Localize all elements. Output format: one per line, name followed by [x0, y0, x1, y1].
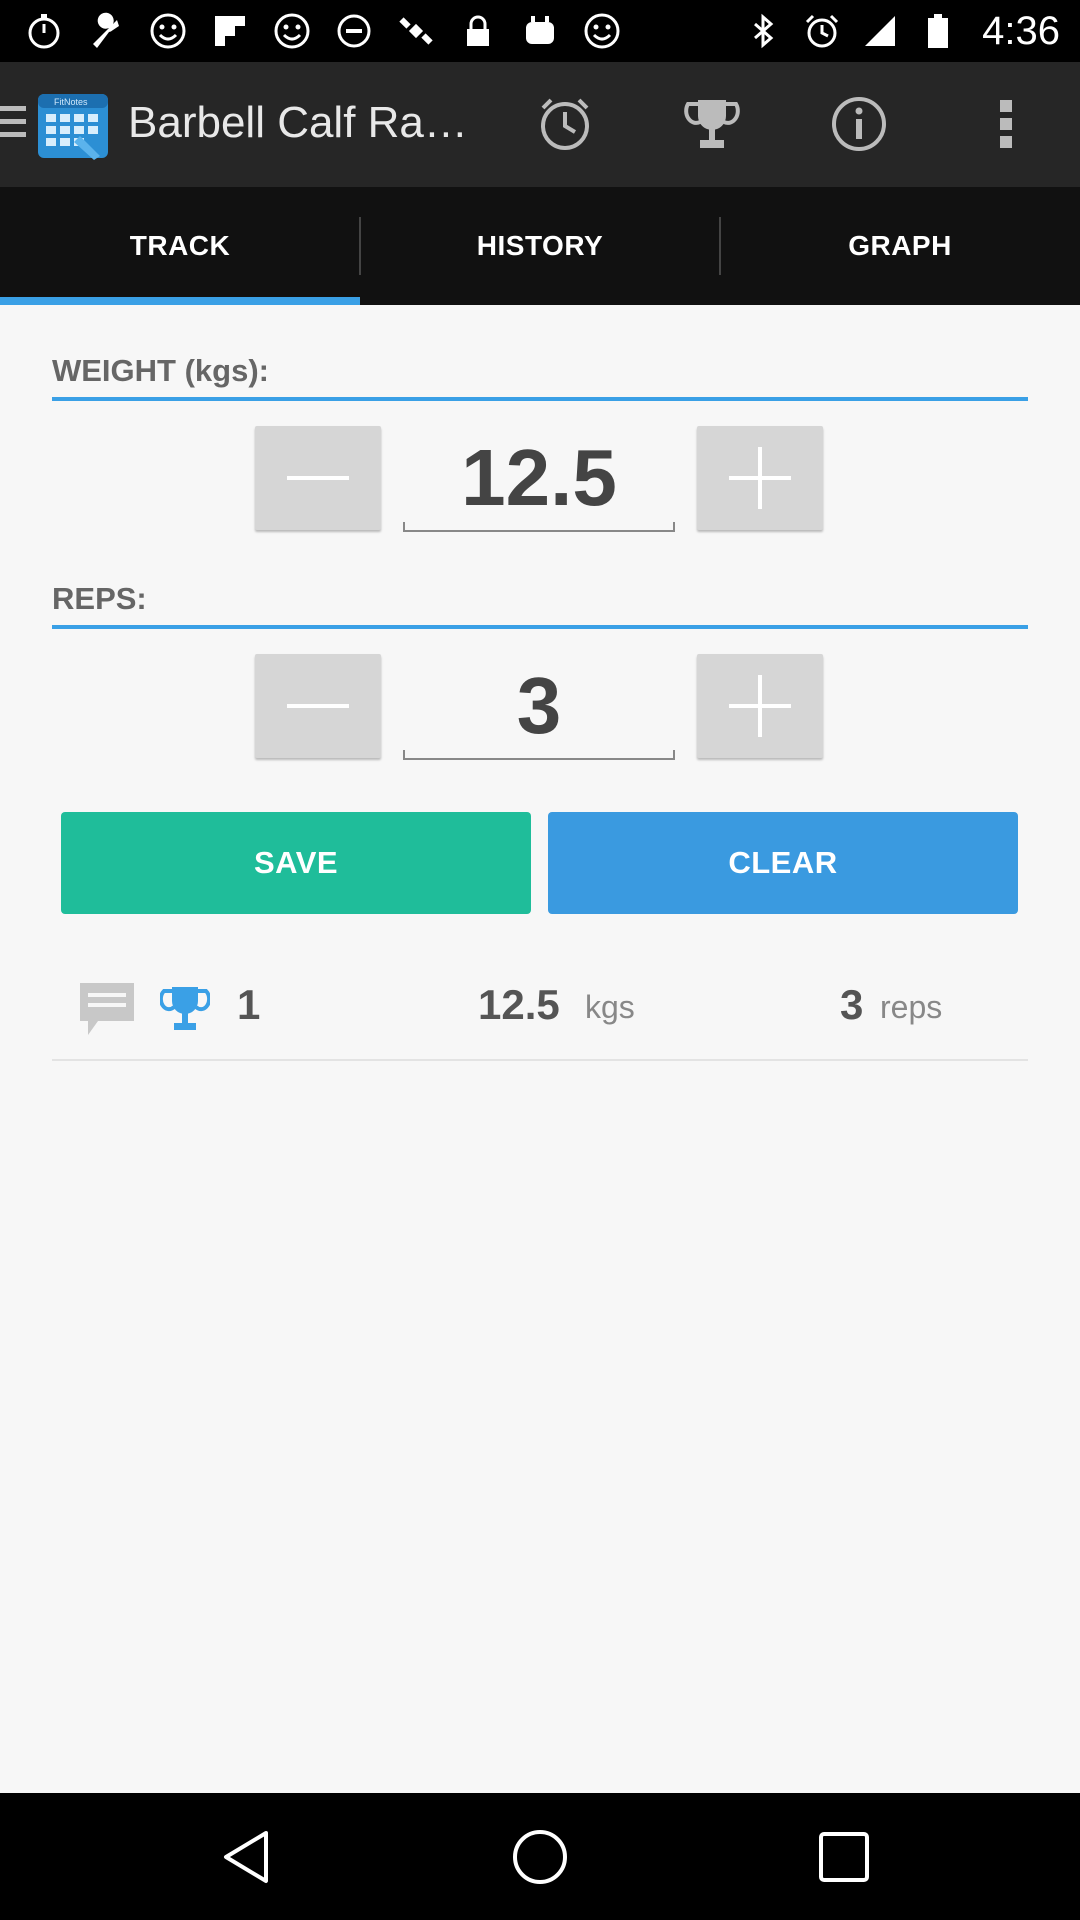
bluetooth-icon: [744, 11, 784, 51]
weight-input[interactable]: 12.5: [403, 426, 675, 532]
action-bar: FitNotes Barbell Calf Ra…: [0, 62, 1080, 187]
app-icon-label: FitNotes: [54, 97, 88, 107]
reps-decrement-button[interactable]: [255, 654, 381, 758]
tab-history[interactable]: HISTORY: [360, 187, 720, 305]
trophy-icon[interactable]: [680, 92, 744, 156]
cup-icon: [520, 11, 560, 51]
fitnotes-calendar-icon[interactable]: FitNotes: [34, 88, 112, 162]
reps-label: REPS:: [52, 581, 147, 616]
smiley-icon: [148, 11, 188, 51]
entry-weight-value: 12.5: [478, 981, 560, 1028]
clear-button[interactable]: CLEAR: [548, 812, 1018, 914]
tab-bar: TRACK HISTORY GRAPH: [0, 187, 1080, 305]
status-time: 4:36: [982, 8, 1060, 53]
cancel-circle-icon: [334, 11, 374, 51]
entry-reps-unit: reps: [880, 989, 943, 1025]
entry-reps-value: 3: [840, 981, 864, 1028]
smiley-icon: [272, 11, 312, 51]
wrench-icon: [86, 11, 126, 51]
status-right-icons: 4:36: [744, 0, 1060, 62]
overflow-menu-icon[interactable]: [974, 92, 1038, 156]
timer-icon[interactable]: [533, 92, 597, 156]
weight-divider: [52, 397, 1028, 401]
reps-input[interactable]: 3: [403, 654, 675, 760]
recents-icon[interactable]: [814, 1827, 874, 1887]
home-icon[interactable]: [510, 1827, 570, 1887]
reps-divider: [52, 625, 1028, 629]
drawer-menu-icon[interactable]: [0, 106, 26, 145]
status-bar: 4:36: [0, 0, 1080, 62]
weight-label: WEIGHT (kgs):: [52, 353, 269, 388]
track-content: WEIGHT (kgs): 12.5 REPS: 3 SAVE CLEAR 1 …: [0, 305, 1080, 1793]
entry-divider: [52, 1059, 1028, 1061]
reps-increment-button[interactable]: [697, 654, 823, 758]
entry-weight-unit: kgs: [585, 989, 635, 1025]
back-icon[interactable]: [216, 1827, 276, 1887]
save-button[interactable]: SAVE: [61, 812, 531, 914]
personal-record-trophy-icon: [158, 983, 212, 1038]
alarm-icon: [802, 11, 842, 51]
stopwatch-icon: [24, 11, 64, 51]
weight-decrement-button[interactable]: [255, 426, 381, 530]
lock-icon: [458, 11, 498, 51]
satellite-icon: [396, 11, 436, 51]
active-tab-indicator: [0, 297, 360, 305]
set-entry-row[interactable]: 1 12.5 kgs 3 reps: [52, 967, 1028, 1049]
flipboard-icon: [210, 11, 250, 51]
signal-icon: [860, 11, 900, 51]
weight-increment-button[interactable]: [697, 426, 823, 530]
tab-track[interactable]: TRACK: [0, 187, 360, 305]
status-left-icons: [24, 0, 622, 62]
exercise-title: Barbell Calf Ra…: [128, 98, 468, 147]
info-icon[interactable]: [827, 92, 891, 156]
smiley-icon: [582, 11, 622, 51]
tab-graph[interactable]: GRAPH: [720, 187, 1080, 305]
comment-icon[interactable]: [78, 981, 136, 1042]
battery-icon: [918, 11, 958, 51]
set-number: 1: [237, 981, 261, 1028]
navigation-bar: [0, 1793, 1080, 1920]
